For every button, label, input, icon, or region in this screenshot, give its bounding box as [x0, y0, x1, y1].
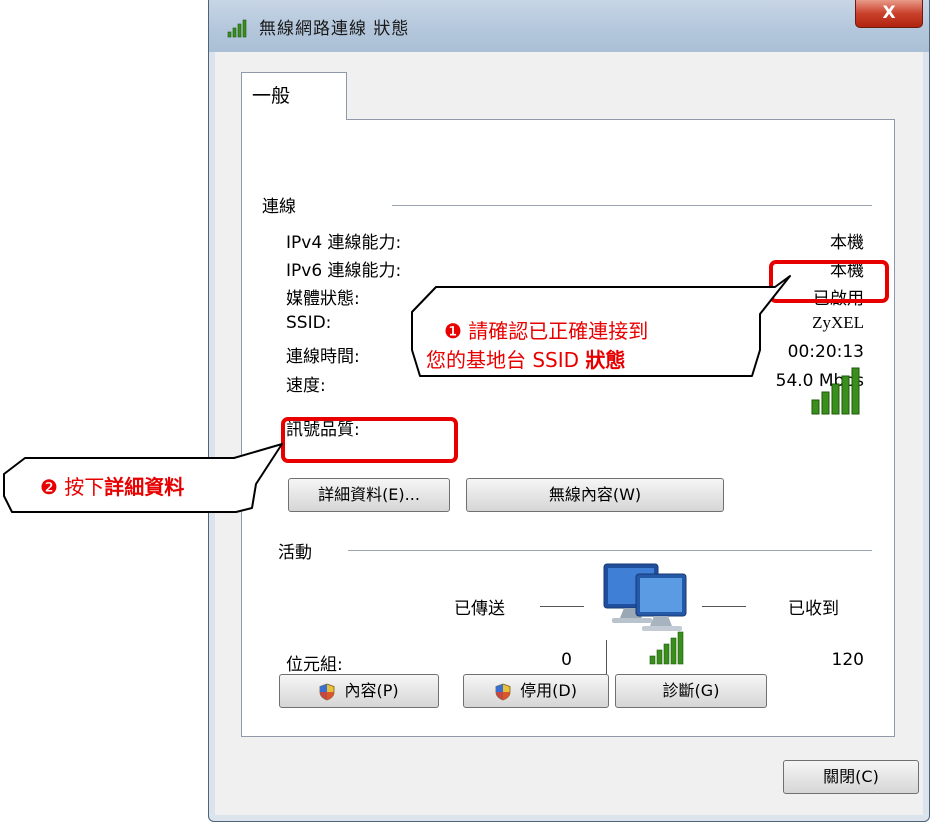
details-callout-marker: ❷ [40, 475, 58, 499]
callout-bubbles [3, 275, 791, 513]
tab-general-label: 一般 [252, 85, 291, 107]
ssid-callout-line2: 您的基地台 SSID 狀態 [426, 344, 625, 373]
details-callout-prefix: 按下 [64, 475, 105, 499]
details-callout-bold: 詳細資料 [104, 475, 185, 499]
ssid-callout-text1: 請確認已正確連接到 [468, 319, 649, 343]
details-callout-line: ❷ 按下詳細資料 [40, 471, 184, 500]
ssid-callout-line1: ❶ 請確認已正確連接到 [444, 315, 648, 344]
tab-general[interactable]: 一般 [241, 72, 347, 120]
ssid-callout-bold: 狀態 [585, 348, 626, 372]
ssid-callout-text2: 您的基地台 SSID [426, 348, 586, 372]
ssid-callout-marker: ❶ [444, 319, 462, 343]
